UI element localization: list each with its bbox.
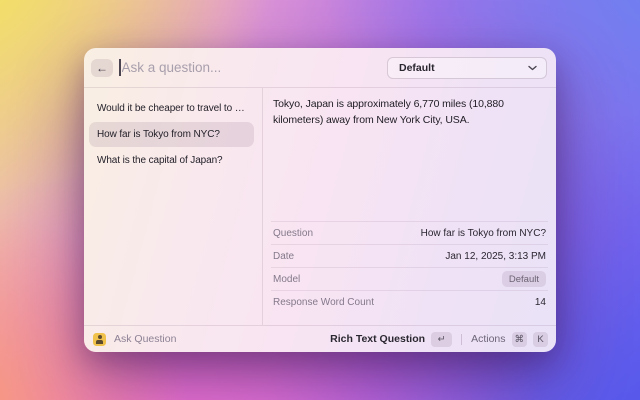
question-history-list: Would it be cheaper to travel to Euro… H… bbox=[84, 88, 262, 325]
list-item-question-3[interactable]: What is the capital of Japan? bbox=[89, 148, 254, 173]
list-item-question-2-selected[interactable]: How far is Tokyo from NYC? bbox=[89, 122, 254, 147]
action-bar-right: Rich Text Question ↵ Actions ⌘ K bbox=[330, 332, 548, 347]
metadata-row-model: Model Default bbox=[271, 267, 548, 290]
list-item-label: Would it be cheaper to travel to Euro… bbox=[97, 103, 246, 114]
metadata-label: Date bbox=[273, 251, 294, 262]
model-badge: Default bbox=[502, 271, 546, 287]
metadata-row-date: Date Jan 12, 2025, 3:13 PM bbox=[271, 244, 548, 267]
metadata-label: Question bbox=[273, 228, 313, 239]
footer-divider bbox=[461, 334, 462, 345]
metadata-label: Model bbox=[273, 274, 300, 285]
metadata-row-word-count: Response Word Count 14 bbox=[271, 290, 548, 313]
detail-spacer bbox=[263, 128, 556, 221]
k-key-icon: K bbox=[533, 332, 548, 347]
window-body: Would it be cheaper to travel to Euro… H… bbox=[84, 88, 556, 325]
metadata-row-question: Question How far is Tokyo from NYC? bbox=[271, 221, 548, 244]
back-arrow-icon: ← bbox=[96, 61, 108, 75]
action-bar: Ask Question Rich Text Question ↵ Action… bbox=[84, 325, 556, 352]
rich-text-question-button[interactable]: Rich Text Question bbox=[330, 333, 425, 345]
desktop-background: { "colors": { "extension_icon_yellow": "… bbox=[0, 0, 640, 400]
return-key-icon: ↵ bbox=[431, 332, 452, 347]
actions-menu-button[interactable]: Actions bbox=[471, 333, 505, 345]
model-dropdown[interactable]: Default bbox=[387, 57, 547, 79]
metadata-value: 14 bbox=[535, 297, 546, 308]
action-bar-left: Ask Question bbox=[93, 333, 176, 346]
metadata-value: Jan 12, 2025, 3:13 PM bbox=[445, 251, 546, 262]
quick-ask-window: ← Default Would it be cheaper to travel … bbox=[84, 48, 556, 352]
metadata-label: Response Word Count bbox=[273, 297, 374, 308]
list-item-label: How far is Tokyo from NYC? bbox=[97, 129, 220, 140]
back-button[interactable]: ← bbox=[91, 59, 113, 77]
search-bar: ← Default bbox=[84, 48, 556, 88]
command-title: Ask Question bbox=[114, 333, 176, 345]
list-item-question-1[interactable]: Would it be cheaper to travel to Euro… bbox=[89, 96, 254, 121]
question-input[interactable] bbox=[121, 60, 388, 75]
model-dropdown-value: Default bbox=[399, 62, 435, 74]
metadata-value: How far is Tokyo from NYC? bbox=[421, 228, 546, 239]
list-item-label: What is the capital of Japan? bbox=[97, 155, 223, 166]
answer-text: Tokyo, Japan is approximately 6,770 mile… bbox=[263, 88, 556, 128]
metadata-section: Question How far is Tokyo from NYC? Date… bbox=[263, 221, 556, 325]
answer-detail-panel: Tokyo, Japan is approximately 6,770 mile… bbox=[263, 88, 556, 325]
command-key-icon: ⌘ bbox=[512, 332, 528, 347]
ask-question-extension-icon bbox=[93, 333, 106, 346]
chevron-down-icon bbox=[528, 65, 537, 71]
